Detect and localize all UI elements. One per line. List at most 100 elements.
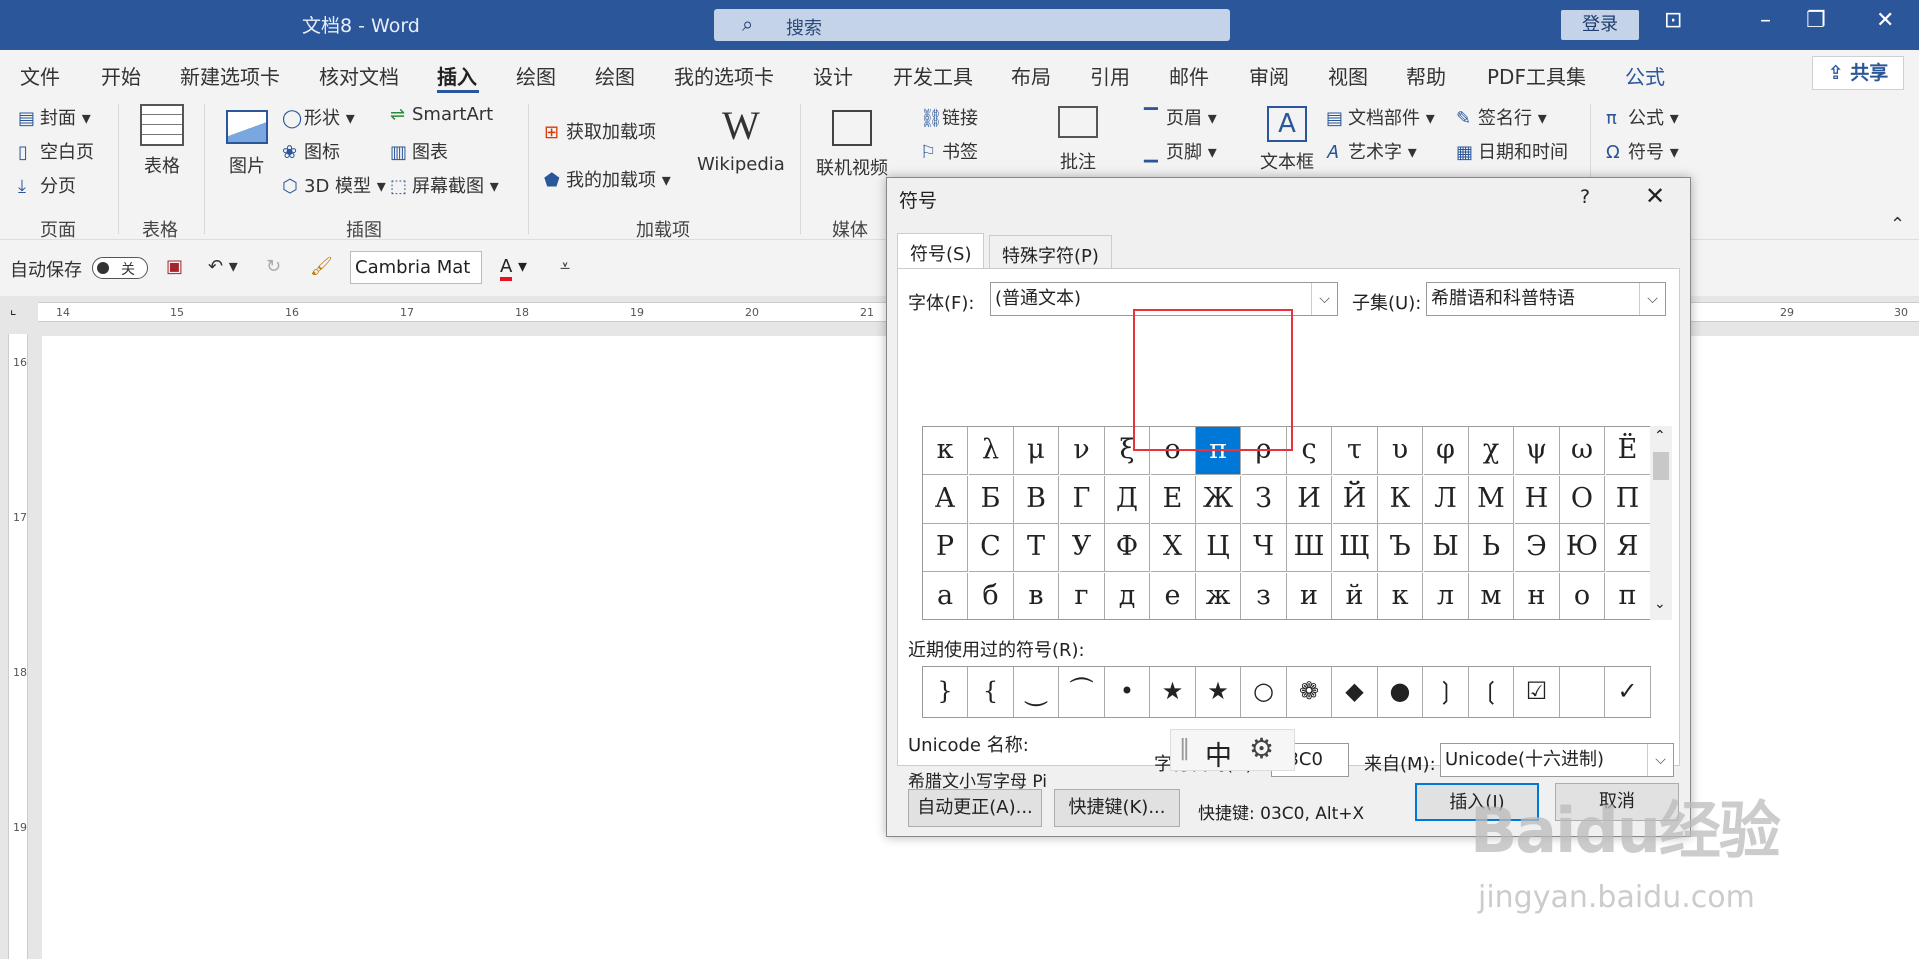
font-name-box[interactable]: Cambria Mat ▾	[350, 251, 482, 308]
symbol-cell[interactable]: Ю	[1560, 524, 1605, 572]
symbol-cell[interactable]: М	[1469, 475, 1514, 524]
tab-review-doc[interactable]: 核对文档	[319, 61, 399, 90]
footer-button[interactable]: ▁ 页脚 ▾	[1144, 138, 1217, 164]
save-icon[interactable]: ▣	[166, 256, 183, 277]
tab-draw-1[interactable]: 绘图	[516, 61, 556, 90]
online-video-button[interactable]: 联机视频	[816, 110, 888, 180]
symbol-cell[interactable]: Ы	[1423, 524, 1469, 572]
comment-button[interactable]: 批注	[1058, 106, 1098, 174]
symbol-cell[interactable]: μ	[1014, 427, 1059, 475]
bookmark-button[interactable]: ⚐ 书签	[920, 138, 978, 164]
symbol-cell[interactable]: Ч	[1241, 524, 1287, 572]
undo-icon[interactable]: ↶ ▾	[208, 256, 238, 277]
recent-symbol-cell[interactable]: ○	[1242, 667, 1287, 717]
recent-symbol-cell[interactable]: {	[969, 667, 1014, 717]
page-break-button[interactable]: ⤓ 分页	[18, 172, 76, 198]
symbol-cell[interactable]: п	[1606, 572, 1650, 619]
recent-symbol-cell[interactable]: ☑	[1515, 667, 1560, 717]
symbol-cell[interactable]: Л	[1423, 475, 1469, 524]
recent-symbol-cell[interactable]: ★	[1196, 667, 1241, 717]
tab-new[interactable]: 新建选项卡	[180, 61, 280, 90]
symbol-cell[interactable]: в	[1014, 572, 1059, 619]
scroll-thumb[interactable]	[1653, 452, 1669, 480]
symbol-cell[interactable]: Д	[1105, 475, 1150, 524]
recent-symbol-cell[interactable]: ❁	[1287, 667, 1332, 717]
symbol-cell[interactable]: й	[1333, 572, 1378, 619]
symbol-cell[interactable]: з	[1242, 572, 1287, 619]
symbol-cell[interactable]: А	[923, 475, 968, 524]
shortcut-key-button[interactable]: 快捷键(K)...	[1054, 789, 1180, 827]
symbol-cell[interactable]: ψ	[1514, 427, 1560, 475]
tab-mailings[interactable]: 邮件	[1169, 61, 1209, 90]
symbol-cell[interactable]: У	[1059, 524, 1105, 572]
symbol-cell[interactable]: Э	[1514, 524, 1560, 572]
symbol-cell[interactable]: υ	[1378, 427, 1423, 475]
symbol-grid-scrollbar[interactable]: ⌃ ⌄	[1650, 426, 1672, 620]
symbol-cell[interactable]: К	[1378, 475, 1423, 524]
cover-button[interactable]: ▤ 封面 ▾	[18, 104, 91, 130]
symbol-cell[interactable]: а	[923, 572, 968, 619]
header-button[interactable]: ▔ 页眉 ▾	[1144, 104, 1217, 130]
tab-selector-icon[interactable]: ⌞	[10, 302, 17, 318]
symbol-cell[interactable]: ω	[1560, 427, 1605, 475]
recent-symbol-cell[interactable]: •	[1105, 667, 1150, 717]
3d-model-button[interactable]: ⬡ 3D 模型 ▾	[282, 172, 386, 198]
symbol-cell[interactable]: о	[1560, 572, 1605, 619]
tab-file[interactable]: 文件	[20, 61, 60, 90]
tab-layout[interactable]: 布局	[1011, 61, 1051, 90]
symbol-cell[interactable]: Я	[1605, 524, 1650, 572]
help-button[interactable]: ?	[1580, 186, 1590, 208]
wordart-button[interactable]: 𝐴 艺术字 ▾	[1326, 138, 1417, 164]
symbol-cell[interactable]: н	[1515, 572, 1560, 619]
ime-mode[interactable]: 中	[1205, 734, 1232, 773]
symbol-cell[interactable]: З	[1241, 475, 1287, 524]
tab-home[interactable]: 开始	[101, 61, 141, 90]
subset-select[interactable]: 希腊语和科普特语 ⌵	[1426, 282, 1666, 316]
datetime-button[interactable]: ▦ 日期和时间	[1456, 138, 1568, 164]
symbol-cell[interactable]: л	[1424, 572, 1469, 619]
recent-symbol-cell[interactable]: ◆	[1333, 667, 1378, 717]
symbol-cell[interactable]: χ	[1469, 427, 1514, 475]
recent-symbol-cell[interactable]: ★	[1151, 667, 1196, 717]
tab-review[interactable]: 审阅	[1249, 61, 1289, 90]
symbol-button[interactable]: Ω 符号 ▾	[1606, 138, 1679, 164]
symbol-cell[interactable]: Ь	[1469, 524, 1514, 572]
tab-insert[interactable]: 插入	[437, 61, 477, 90]
recent-symbol-cell[interactable]: }	[923, 667, 968, 717]
collapse-ribbon-icon[interactable]: ⌃	[1890, 214, 1905, 235]
signature-button[interactable]: ✎ 签名行 ▾	[1456, 104, 1547, 130]
symbol-cell[interactable]: Е	[1150, 475, 1196, 524]
tab-pdf[interactable]: PDF工具集	[1487, 61, 1586, 90]
symbol-cell[interactable]: λ	[968, 427, 1014, 475]
recent-symbol-cell[interactable]: ❳	[1424, 667, 1469, 717]
symbol-cell[interactable]: Р	[923, 524, 968, 572]
symbol-cell[interactable]: Ш	[1287, 524, 1332, 572]
tab-my[interactable]: 我的选项卡	[674, 61, 774, 90]
recent-symbol-cell[interactable]: ●	[1378, 667, 1423, 717]
symbol-cell[interactable]: Щ	[1332, 524, 1378, 572]
symbol-cell[interactable]: Г	[1059, 475, 1105, 524]
symbol-cell[interactable]: τ	[1332, 427, 1378, 475]
tab-formula[interactable]: 公式	[1625, 61, 1665, 90]
symbol-cell[interactable]: Й	[1332, 475, 1378, 524]
symbol-cell[interactable]: П	[1605, 475, 1650, 524]
tab-symbols[interactable]: 符号(S)	[897, 233, 985, 269]
tab-design[interactable]: 设计	[813, 61, 853, 90]
tab-help[interactable]: 帮助	[1406, 61, 1446, 90]
symbol-cell[interactable]: ж	[1196, 572, 1241, 619]
symbol-cell[interactable]: е	[1151, 572, 1196, 619]
tab-draw-2[interactable]: 绘图	[595, 61, 635, 90]
restore-icon[interactable]: ❐	[1806, 8, 1826, 33]
equation-button[interactable]: π 公式 ▾	[1606, 104, 1679, 130]
ribbon-display-icon[interactable]: ⊡	[1664, 8, 1682, 33]
get-addins-button[interactable]: ⊞ 获取加载项	[544, 118, 656, 144]
link-button[interactable]: ⛓链接	[920, 104, 978, 130]
chart-button[interactable]: ▥ 图表	[390, 138, 448, 164]
symbol-cell[interactable]: ς	[1287, 427, 1332, 475]
symbol-cell[interactable]: Ф	[1105, 524, 1150, 572]
docparts-button[interactable]: ▤ 文档部件 ▾	[1326, 104, 1435, 130]
picture-button[interactable]: 图片	[226, 110, 268, 178]
symbol-cell[interactable]: С	[968, 524, 1014, 572]
symbol-cell[interactable]: В	[1014, 475, 1059, 524]
tab-developer[interactable]: 开发工具	[893, 61, 973, 90]
